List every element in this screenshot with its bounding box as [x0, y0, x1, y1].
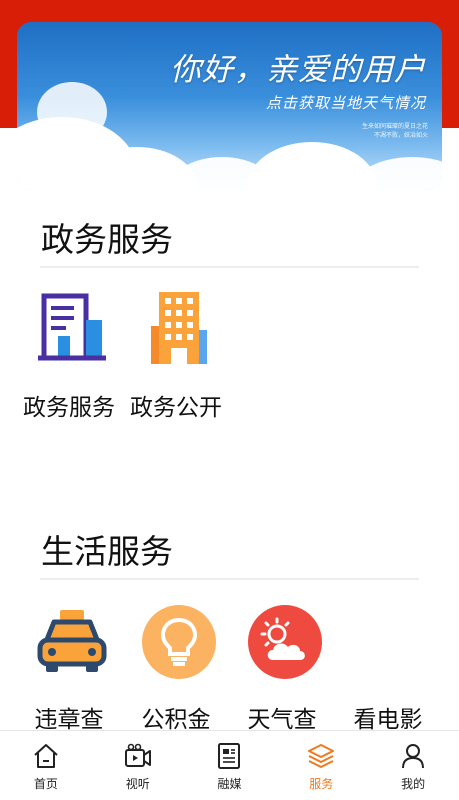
tab-profile[interactable]: 我的: [367, 731, 459, 800]
banner-title: 你好，亲爱的用户: [170, 52, 426, 88]
layers-icon: [308, 744, 335, 768]
gov-section-title: 政务服务: [41, 220, 173, 259]
life-section-title: 生活服务: [41, 532, 173, 571]
cloud-shape: [37, 82, 107, 142]
tab-video[interactable]: 视听: [92, 731, 184, 800]
weather-icon: [248, 605, 322, 679]
tab-media-label: 融媒: [217, 777, 242, 791]
banner-small-line: 不凋不败，妖冶如火: [373, 132, 428, 139]
home-icon: [34, 744, 58, 768]
tab-video-label: 视听: [125, 777, 150, 791]
office-buildings-icon: [151, 292, 207, 364]
banner-small-text: 生来如同璀璨的夏日之花 不凋不败，妖冶如火: [308, 122, 428, 140]
building-chart-icon: [38, 293, 106, 361]
tab-home[interactable]: 首页: [0, 731, 92, 800]
bottom-tab-bar: 首页 视听 融媒 服务 我的: [0, 730, 459, 800]
person-icon: [402, 744, 425, 769]
tab-profile-label: 我的: [401, 777, 426, 791]
weather-banner[interactable]: 你好，亲爱的用户 点击获取当地天气情况 生来如同璀璨的夏日之花 不凋不败，妖冶如…: [17, 22, 442, 190]
tab-services[interactable]: 服务: [275, 731, 367, 800]
life-divider: [40, 578, 419, 580]
tile-gov-service-label: 政务服务: [23, 395, 115, 421]
tab-home-label: 首页: [33, 777, 58, 791]
tab-media[interactable]: 融媒: [184, 731, 276, 800]
banner-small-line: 生来如同璀璨的夏日之花: [361, 123, 428, 130]
newspaper-icon: [218, 743, 241, 769]
lightbulb-icon: [142, 605, 216, 679]
tile-gov-public-label: 政务公开: [130, 395, 222, 421]
tab-services-label: 服务: [309, 777, 334, 791]
video-icon: [124, 743, 151, 767]
taxi-icon: [37, 610, 107, 672]
banner-subtitle[interactable]: 点击获取当地天气情况: [266, 92, 426, 113]
gov-divider: [40, 266, 419, 268]
